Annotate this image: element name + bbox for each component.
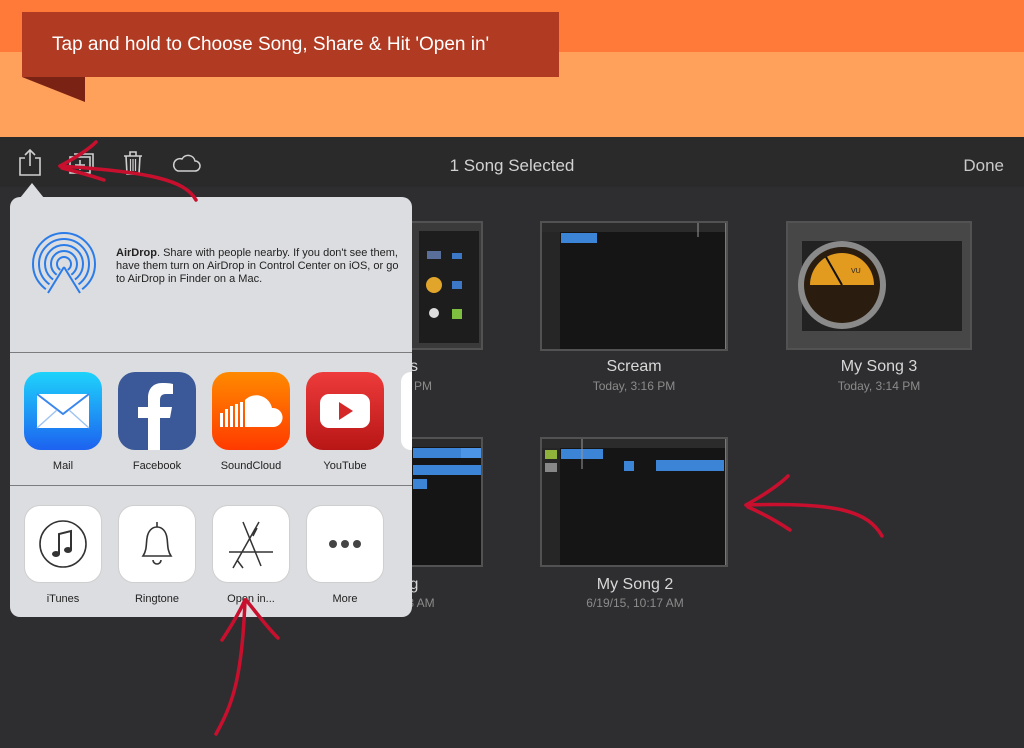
mail-icon — [24, 372, 102, 450]
share-action-label: Ringtone — [134, 593, 180, 605]
amp-thumbnail: VU — [798, 241, 962, 331]
svg-text:VU: VU — [851, 268, 861, 275]
airdrop-section[interactable]: AirDrop. Share with people nearby. If yo… — [10, 197, 412, 353]
sheet-separator-1 — [10, 352, 412, 353]
song-tile-my-song-3[interactable]: VU — [786, 221, 972, 350]
share-app-label: Facebook — [132, 460, 182, 472]
share-app-facebook[interactable]: Facebook — [110, 372, 204, 472]
airdrop-icon[interactable] — [28, 231, 100, 297]
share-action-label: More — [332, 593, 358, 605]
share-app-label: YouTube — [323, 460, 367, 472]
sheet-separator-2 — [10, 485, 412, 486]
share-icon[interactable] — [16, 147, 44, 177]
trash-icon[interactable] — [119, 147, 147, 177]
share-action-more[interactable]: More — [298, 505, 392, 605]
itunes-icon — [24, 505, 102, 583]
share-action-ringtone[interactable]: Ringtone — [110, 505, 204, 605]
share-sheet: AirDrop. Share with people nearby. If yo… — [10, 197, 412, 617]
share-app-label: Mail — [52, 460, 74, 472]
song-date-my-song-2: 6/19/15, 10:17 AM — [586, 596, 684, 610]
airdrop-body: . Share with people nearby. If you don't… — [116, 247, 399, 285]
more-icon — [306, 505, 384, 583]
tutorial-caption: Tap and hold to Choose Song, Share & Hit… — [22, 12, 559, 77]
facebook-icon — [118, 372, 196, 450]
song-date-my-song-3: Today, 3:14 PM — [837, 379, 921, 393]
share-app-label: SoundCloud — [220, 460, 282, 472]
share-sheet-arrow — [20, 183, 44, 198]
share-action-label: iTunes — [46, 593, 80, 605]
new-folder-icon[interactable] — [67, 147, 95, 177]
caption-tail — [22, 77, 85, 102]
song-name-scream: Scream — [606, 358, 662, 375]
share-app-youtube[interactable]: YouTube — [298, 372, 392, 472]
airdrop-title: AirDrop — [116, 247, 157, 259]
share-app-soundcloud[interactable]: SoundCloud — [204, 372, 298, 472]
soundcloud-icon — [212, 372, 290, 450]
song-name-my-song-3: My Song 3 — [840, 358, 918, 375]
youtube-icon — [306, 372, 384, 450]
song-tile-my-song-2[interactable] — [540, 437, 728, 567]
song-tile-scream[interactable] — [540, 221, 728, 351]
selection-count: 1 Song Selected — [449, 156, 575, 175]
share-app-partial[interactable] — [401, 372, 412, 450]
share-action-itunes[interactable]: iTunes — [16, 505, 110, 605]
tracks-thumbnail — [542, 223, 727, 349]
cloud-icon[interactable] — [171, 147, 201, 177]
song-name-my-song-2: My Song 2 — [596, 576, 674, 593]
bell-icon — [118, 505, 196, 583]
share-app-mail[interactable]: Mail — [16, 372, 110, 472]
airdrop-description: AirDrop. Share with people nearby. If yo… — [116, 247, 401, 286]
song-date-scream: Today, 3:16 PM — [592, 379, 676, 393]
share-action-open-in[interactable]: Open in... — [204, 505, 298, 605]
tracks-thumbnail-3 — [542, 439, 727, 565]
share-action-label: Open in... — [227, 593, 275, 605]
app-store-icon — [212, 505, 290, 583]
